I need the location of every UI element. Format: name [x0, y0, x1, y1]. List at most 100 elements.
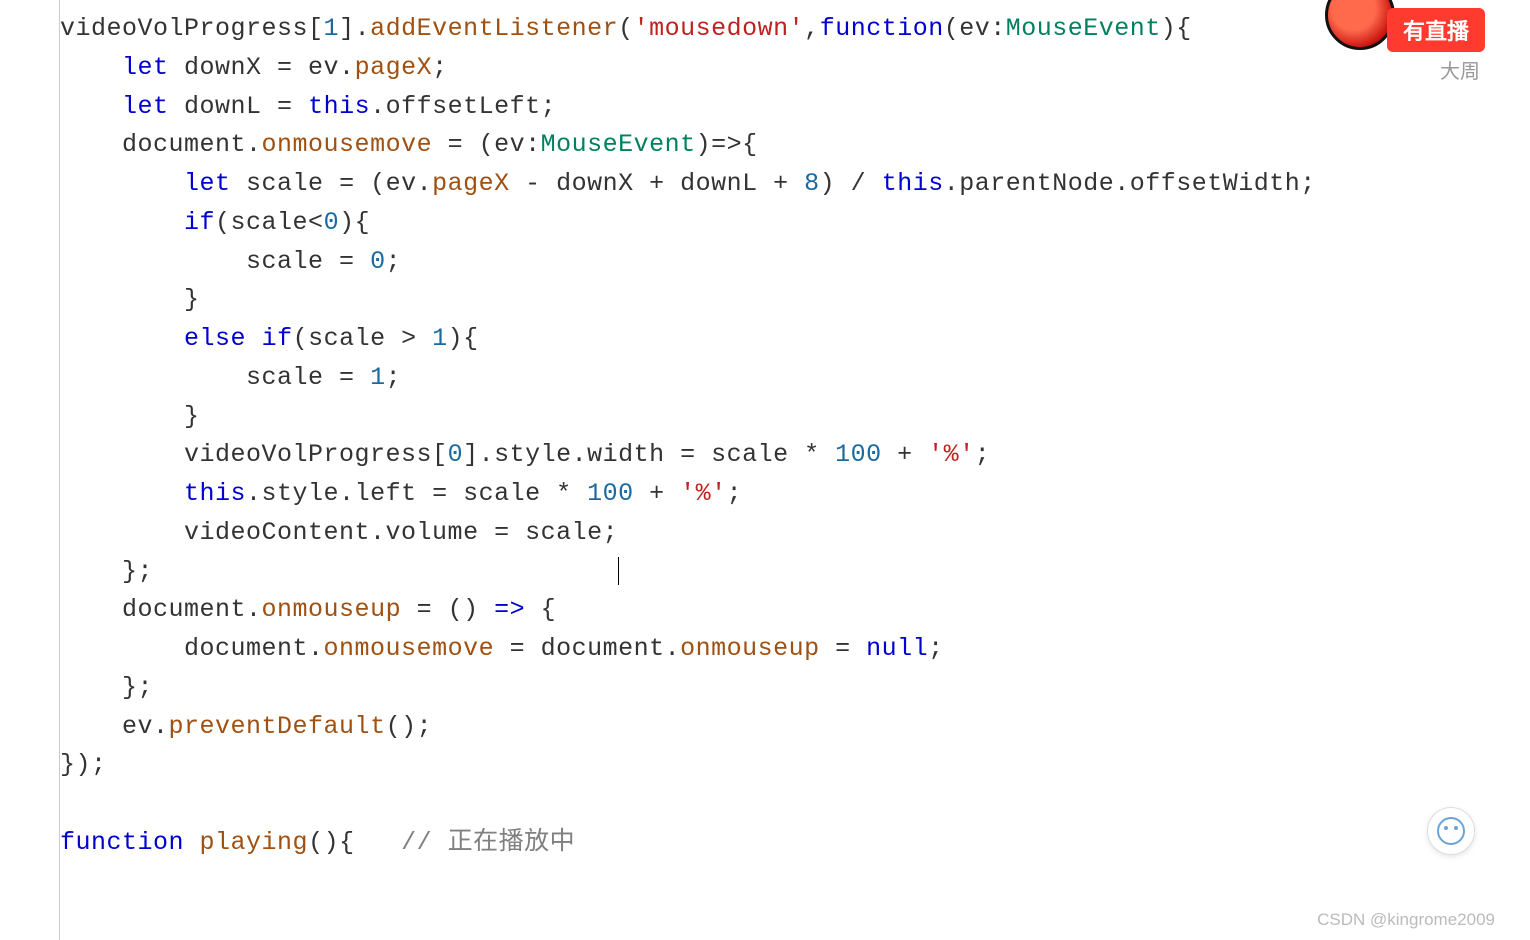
code-number: 1	[432, 324, 448, 353]
code-text: ;	[386, 363, 402, 392]
code-keyword: else	[184, 324, 246, 353]
code-keyword: if	[184, 208, 215, 237]
code-text: )=>{	[696, 130, 758, 159]
code-property: onmouseup	[262, 595, 402, 624]
code-string: '%'	[928, 440, 975, 469]
code-text: ();	[386, 712, 433, 741]
code-text: ;	[727, 479, 743, 508]
code-null: null	[866, 634, 928, 663]
code-property: onmousemove	[262, 130, 433, 159]
code-fn-name: playing	[200, 828, 309, 857]
code-number: 100	[835, 440, 882, 469]
code-this: this	[184, 479, 246, 508]
code-property: pageX	[355, 53, 433, 82]
code-number: 1	[370, 363, 386, 392]
code-text: .style.left = scale *	[246, 479, 587, 508]
code-keyword: if	[262, 324, 293, 353]
code-property: pageX	[432, 169, 510, 198]
code-text: (scale >	[293, 324, 433, 353]
code-text: (	[618, 14, 634, 43]
code-comment: // 正在播放中	[401, 828, 575, 857]
code-property: onmousemove	[324, 634, 495, 663]
code-text: ,	[804, 14, 820, 43]
code-string: '%'	[680, 479, 727, 508]
code-text: };	[60, 557, 153, 586]
code-method: preventDefault	[169, 712, 386, 741]
code-text	[184, 828, 200, 857]
code-text: ;	[386, 247, 402, 276]
code-text: .parentNode.offsetWidth;	[944, 169, 1316, 198]
code-text: }	[60, 402, 200, 431]
code-text: document.	[60, 595, 262, 624]
code-text: - downX + downL +	[510, 169, 805, 198]
code-text	[60, 208, 184, 237]
code-text	[60, 169, 184, 198]
code-type: MouseEvent	[541, 130, 696, 159]
code-string: 'mousedown'	[634, 14, 805, 43]
code-text: = (ev:	[432, 130, 541, 159]
code-text: document.	[60, 634, 324, 663]
code-number: 1	[324, 14, 340, 43]
code-text	[60, 92, 122, 121]
code-text	[246, 324, 262, 353]
code-text: +	[634, 479, 681, 508]
code-text: scale = (ev.	[231, 169, 433, 198]
code-text: ){	[1161, 14, 1192, 43]
code-text: });	[60, 750, 107, 779]
code-number: 8	[804, 169, 820, 198]
code-arrow: =>	[494, 595, 525, 624]
code-text	[60, 324, 184, 353]
author-label: 大周	[1440, 55, 1480, 84]
code-text: .offsetLeft;	[370, 92, 556, 121]
code-number: 0	[370, 247, 386, 276]
code-text: downX = ev.	[169, 53, 355, 82]
code-text: ].	[339, 14, 370, 43]
code-keyword: function	[820, 14, 944, 43]
text-cursor	[618, 557, 619, 585]
code-text: = ()	[401, 595, 494, 624]
code-text: =	[820, 634, 867, 663]
code-text: (scale<	[215, 208, 324, 237]
code-number: 100	[587, 479, 634, 508]
code-keyword: let	[184, 169, 231, 198]
code-number: 0	[448, 440, 464, 469]
code-text: ){	[339, 208, 370, 237]
code-text: }	[60, 285, 200, 314]
watermark-label: CSDN @kingrome2009	[1317, 910, 1495, 930]
live-badge[interactable]: 有直播	[1387, 8, 1485, 52]
code-text: videoVolProgress[	[60, 440, 448, 469]
code-text: };	[60, 673, 153, 702]
code-text: videoVolProgress[	[60, 14, 324, 43]
code-property: onmouseup	[680, 634, 820, 663]
code-text: (){	[308, 828, 401, 857]
code-text: videoContent.volume = scale;	[60, 518, 618, 547]
code-method: addEventListener	[370, 14, 618, 43]
code-text: +	[882, 440, 929, 469]
code-this: this	[308, 92, 370, 121]
code-text: ) /	[820, 169, 882, 198]
code-text: downL =	[169, 92, 309, 121]
code-text: ev.	[60, 712, 169, 741]
code-text	[60, 53, 122, 82]
code-text: ].style.width = scale *	[463, 440, 835, 469]
code-text: document.	[60, 130, 262, 159]
assistant-face-icon	[1437, 817, 1465, 845]
code-text: ;	[975, 440, 991, 469]
assistant-button[interactable]	[1427, 807, 1475, 855]
code-block: videoVolProgress[1].addEventListener('mo…	[0, 0, 1530, 863]
code-text	[60, 479, 184, 508]
code-keyword: let	[122, 53, 169, 82]
code-text: scale =	[60, 363, 370, 392]
code-text: {	[525, 595, 556, 624]
code-keyword: function	[60, 828, 184, 857]
code-type: MouseEvent	[1006, 14, 1161, 43]
code-text: (ev:	[944, 14, 1006, 43]
code-gutter	[0, 0, 60, 940]
code-number: 0	[324, 208, 340, 237]
code-this: this	[882, 169, 944, 198]
code-text: ;	[928, 634, 944, 663]
code-text: scale =	[60, 247, 370, 276]
code-keyword: let	[122, 92, 169, 121]
code-text: ){	[448, 324, 479, 353]
code-text: ;	[432, 53, 448, 82]
